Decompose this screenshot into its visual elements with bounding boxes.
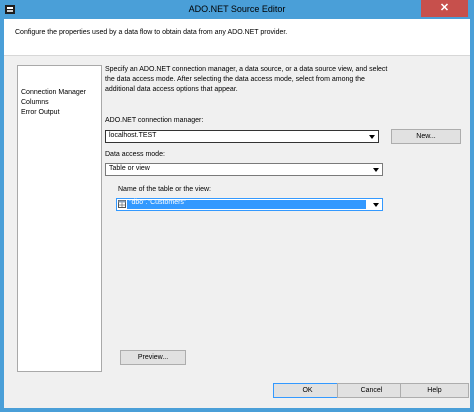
table-name-label: Name of the table or the view: (118, 186, 211, 193)
access-mode-value: Table or view (109, 165, 150, 172)
dropdown-arrow-icon (373, 203, 379, 207)
header-panel: Configure the properties used by a data … (4, 19, 470, 56)
page-navigator: Connection Manager Columns Error Output (17, 65, 102, 372)
nav-item-error-output[interactable]: Error Output (21, 109, 60, 116)
dropdown-arrow-icon (369, 135, 375, 139)
close-button[interactable]: ✕ (421, 0, 468, 17)
main-panel: Specify an ADO.NET connection manager, a… (105, 65, 461, 372)
dropdown-arrow-icon (373, 168, 379, 172)
help-button[interactable]: Help (400, 383, 469, 398)
nav-item-columns[interactable]: Columns (21, 99, 49, 106)
editor-window: ADO.NET Source Editor ✕ Configure the pr… (0, 0, 474, 412)
new-connection-button[interactable]: New... (391, 129, 461, 144)
close-icon: ✕ (439, 2, 450, 14)
header-description: Configure the properties used by a data … (15, 29, 288, 36)
connection-manager-label: ADO.NET connection manager: (105, 117, 204, 124)
table-name-dropdown[interactable]: "dbo"."Customers" (116, 198, 383, 211)
ok-button[interactable]: OK (273, 383, 342, 398)
preview-button[interactable]: Preview... (120, 350, 186, 365)
access-mode-label: Data access mode: (105, 151, 165, 158)
cancel-button[interactable]: Cancel (337, 383, 406, 398)
connection-manager-dropdown[interactable]: localhost.TEST (105, 130, 379, 143)
client-area: Configure the properties used by a data … (4, 19, 470, 408)
table-name-value: "dbo"."Customers" (129, 199, 187, 206)
nav-item-connection-manager[interactable]: Connection Manager (21, 89, 86, 96)
title-bar[interactable]: ADO.NET Source Editor ✕ (0, 0, 474, 19)
connection-manager-value: localhost.TEST (109, 132, 157, 139)
instructions-text: Specify an ADO.NET connection manager, a… (105, 66, 388, 93)
window-title: ADO.NET Source Editor (188, 4, 286, 14)
access-mode-dropdown[interactable]: Table or view (105, 163, 383, 176)
table-icon (118, 200, 126, 208)
